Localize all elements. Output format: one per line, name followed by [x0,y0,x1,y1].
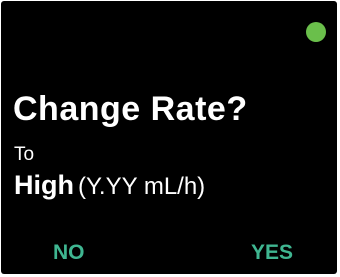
device-screen: Change Rate? To High (Y.YY mL/h) NO YES [1,1,337,274]
yes-button[interactable]: YES [251,240,293,266]
no-button[interactable]: NO [53,240,85,266]
dialog-title: Change Rate? [13,90,248,128]
rate-value: (Y.YY mL/h) [78,173,206,200]
to-label: To [14,144,35,165]
status-dot-icon [306,22,326,42]
rate-name: High [14,170,74,200]
rate-line: High (Y.YY mL/h) [14,169,205,206]
